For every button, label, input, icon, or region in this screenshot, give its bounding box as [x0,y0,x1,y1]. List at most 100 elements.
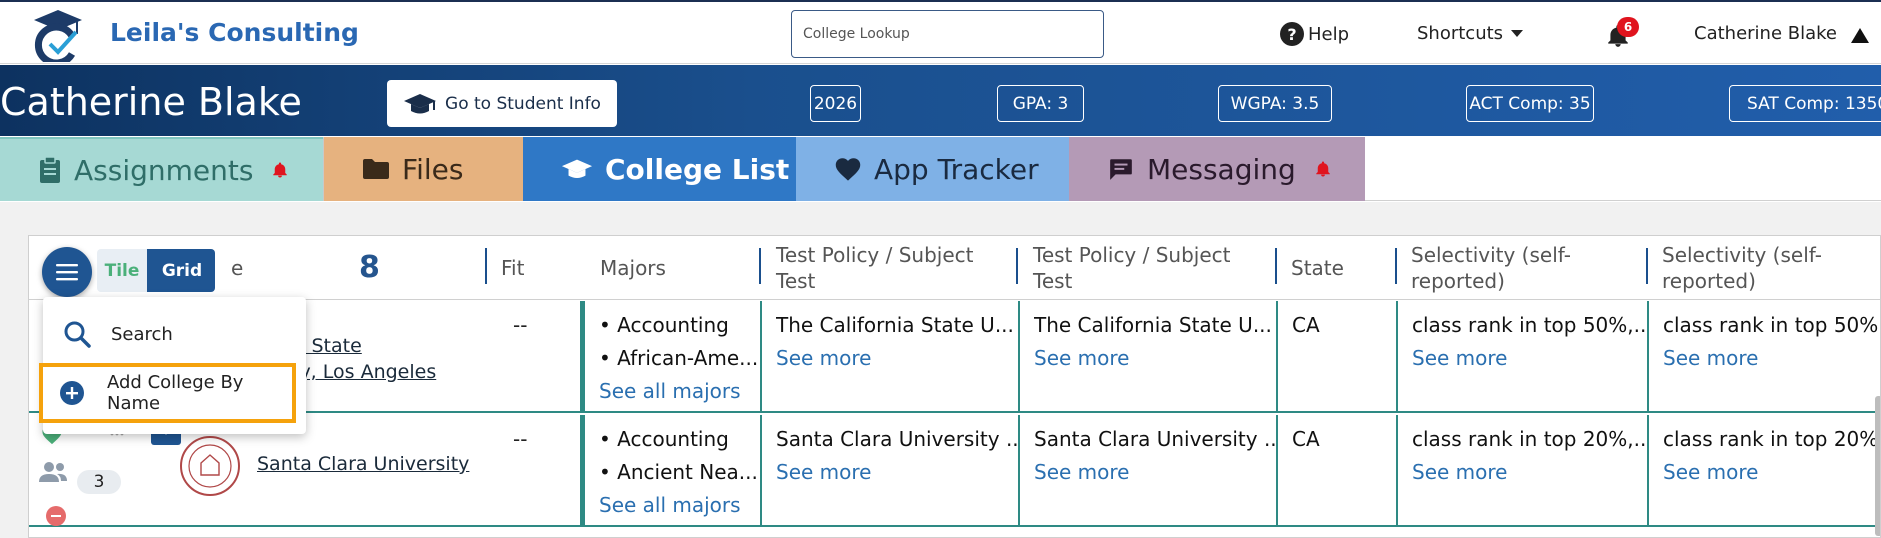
column-separator[interactable] [1016,248,1018,284]
selectivity-cell: class rank in top 50% See more [1647,301,1880,413]
shortcuts-menu[interactable]: Shortcuts [1417,23,1524,44]
selectivity-cell: class rank in top 50%,... See more [1396,301,1647,413]
see-more-link[interactable]: See more [1034,346,1276,379]
folder-icon [363,159,389,179]
app-root: Leila's Consulting ? Help Shortcuts 6 Ca… [0,0,1881,538]
test-policy-header[interactable]: Test Policy / Subject Test [776,236,996,300]
go-to-student-info-button[interactable]: Go to Student Info [387,80,617,127]
triangle-up-icon[interactable] [1851,28,1869,43]
graduation-cap-icon [404,93,437,113]
column-separator[interactable] [1395,248,1397,284]
selectivity-cell: class rank in top 20%,... See more [1396,415,1647,527]
search-icon [64,321,91,348]
help-icon: ? [1280,22,1304,46]
menu-item-label: Add College By Name [107,372,244,414]
selectivity-header[interactable]: Selectivity (self-reported) [1411,236,1636,300]
see-more-link[interactable]: See more [776,460,1018,493]
college-name-link[interactable]: Santa Clara University [257,453,469,475]
test-policy-text: The California State U... [1034,313,1272,337]
rank-badge: 3 [77,470,121,494]
top-nav-bar: Leila's Consulting ? Help Shortcuts 6 Ca… [0,0,1881,64]
column-separator[interactable] [485,248,487,284]
major-item: • Accounting [599,313,729,337]
wgpa-badge: WGPA: 3.5 [1218,85,1332,122]
major-item: • Accounting [599,427,729,451]
help-label: Help [1308,23,1350,45]
hamburger-icon [56,264,78,281]
clipboard-icon [40,156,60,183]
grid-view-button[interactable]: Grid [149,249,215,292]
selectivity-text: class rank in top 20%,... [1412,427,1647,451]
remove-icon[interactable] [46,506,66,526]
major-item: • Ancient Nea... [599,460,758,484]
search-menu-item[interactable]: Search [43,304,306,364]
test-policy-header[interactable]: Test Policy / Subject Test [1033,236,1253,300]
see-more-link[interactable]: See more [1412,346,1647,379]
menu-fab-button[interactable] [42,247,92,297]
selectivity-text: class rank in top 50% [1663,313,1879,337]
plus-circle-icon [60,381,84,405]
menu-item-label: Search [111,323,173,345]
test-policy-text: Santa Clara University ... [776,427,1018,451]
graduation-cap-icon [561,159,593,178]
see-all-majors-link[interactable]: See all majors [599,493,760,526]
selectivity-cell: class rank in top 20% See more [1647,415,1880,527]
college-lookup-input[interactable] [791,10,1104,58]
selectivity-header[interactable]: Selectivity (self-reported) [1662,236,1880,300]
see-all-majors-link[interactable]: See all majors [599,379,760,412]
table-row[interactable]: rnia State rsity, Los Angeles -- • Accou… [29,301,1880,413]
see-more-link[interactable]: See more [1412,460,1647,493]
logo-icon [34,10,82,62]
tab-college-list[interactable]: College List [523,137,796,201]
grad-year-badge: 2026 [810,85,861,122]
state-cell: CA [1276,415,1396,527]
tab-messaging[interactable]: Messaging [1069,137,1365,201]
see-more-link[interactable]: See more [776,346,1018,379]
main-tabs: Assignments Files College List App Track… [0,137,1881,201]
see-more-link[interactable]: See more [1034,460,1276,493]
see-more-link[interactable]: See more [1663,460,1880,493]
college-seal-logo [180,436,240,496]
college-count: 8 [359,250,380,285]
view-toggle: Tile Grid [97,249,215,292]
table-row[interactable]: 3 Santa Clara University -- • Accounting… [29,415,1880,527]
selectivity-text: class rank in top 50%,... [1412,313,1647,337]
sat-badge: SAT Comp: 1350 [1729,85,1881,122]
student-name: Catherine Blake [0,80,302,124]
user-name[interactable]: Catherine Blake [1694,23,1837,44]
column-separator[interactable] [1646,248,1648,284]
state-cell: CA [1276,301,1396,413]
test-policy-text: Santa Clara University ... [1034,427,1276,451]
alert-bell-icon [273,162,288,178]
college-name-header[interactable]: e [231,236,243,300]
tile-view-button[interactable]: Tile [97,249,149,292]
tab-files[interactable]: Files [323,137,523,201]
test-policy-cell: Santa Clara University ... See more [760,415,1018,527]
shortcuts-label: Shortcuts [1417,23,1504,44]
majors-cell: • Accounting • African-Ame... See all ma… [580,301,760,413]
act-badge: ACT Comp: 35 [1466,85,1594,122]
fit-header[interactable]: Fit [501,236,524,300]
major-item: • African-Ame... [599,346,759,370]
vertical-scrollbar[interactable] [1875,396,1880,536]
column-separator[interactable] [759,248,761,284]
tab-assignments[interactable]: Assignments [0,137,323,201]
add-college-by-name-menu-item[interactable]: Add College By Name [39,363,296,423]
majors-header[interactable]: Majors [600,236,666,300]
test-policy-cell: Santa Clara University ... See more [1018,415,1276,527]
test-policy-cell: The California State U... See more [1018,301,1276,413]
see-more-link[interactable]: See more [1663,346,1880,379]
majors-cell: • Accounting • Ancient Nea... See all ma… [580,415,760,527]
help-link[interactable]: ? Help [1280,22,1349,46]
tab-app-tracker[interactable]: App Tracker [796,137,1069,201]
state-header[interactable]: State [1291,236,1344,300]
people-icon[interactable] [38,461,68,483]
caret-down-icon [1511,30,1524,37]
gpa-badge: GPA: 3 [997,85,1084,122]
tab-label: App Tracker [874,152,1039,186]
column-separator[interactable] [1275,248,1277,284]
heart-icon [835,158,861,181]
selectivity-text: class rank in top 20% [1663,427,1879,451]
brand-name[interactable]: Leila's Consulting [110,18,359,47]
test-policy-cell: The California State U... See more [760,301,1018,413]
